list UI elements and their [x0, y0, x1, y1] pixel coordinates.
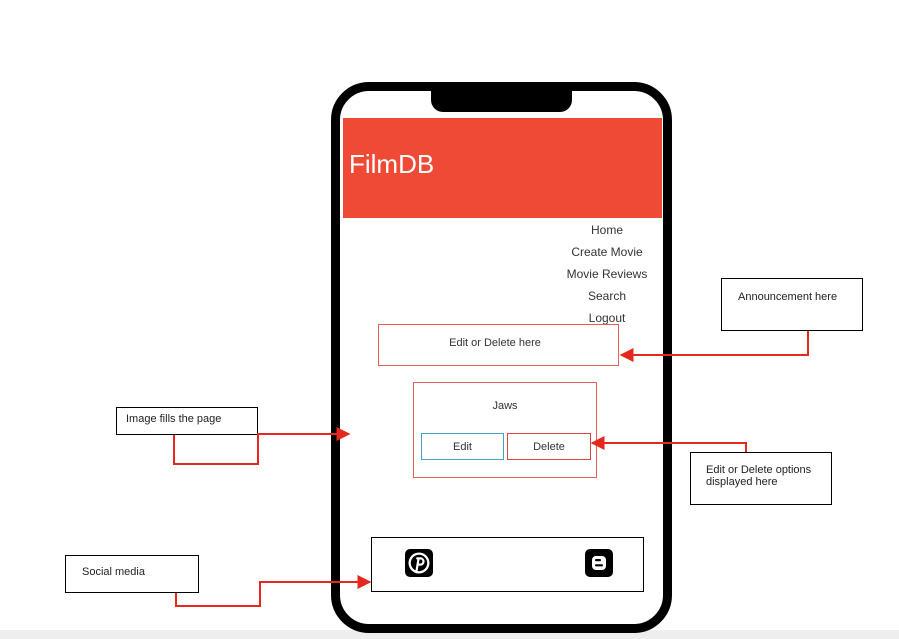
arrow-social: [175, 575, 372, 607]
arrow-image: [173, 427, 351, 465]
arrow-edit-delete: [590, 436, 747, 452]
arrow-announcement: [619, 331, 809, 362]
annotation-arrows: [173, 331, 809, 607]
